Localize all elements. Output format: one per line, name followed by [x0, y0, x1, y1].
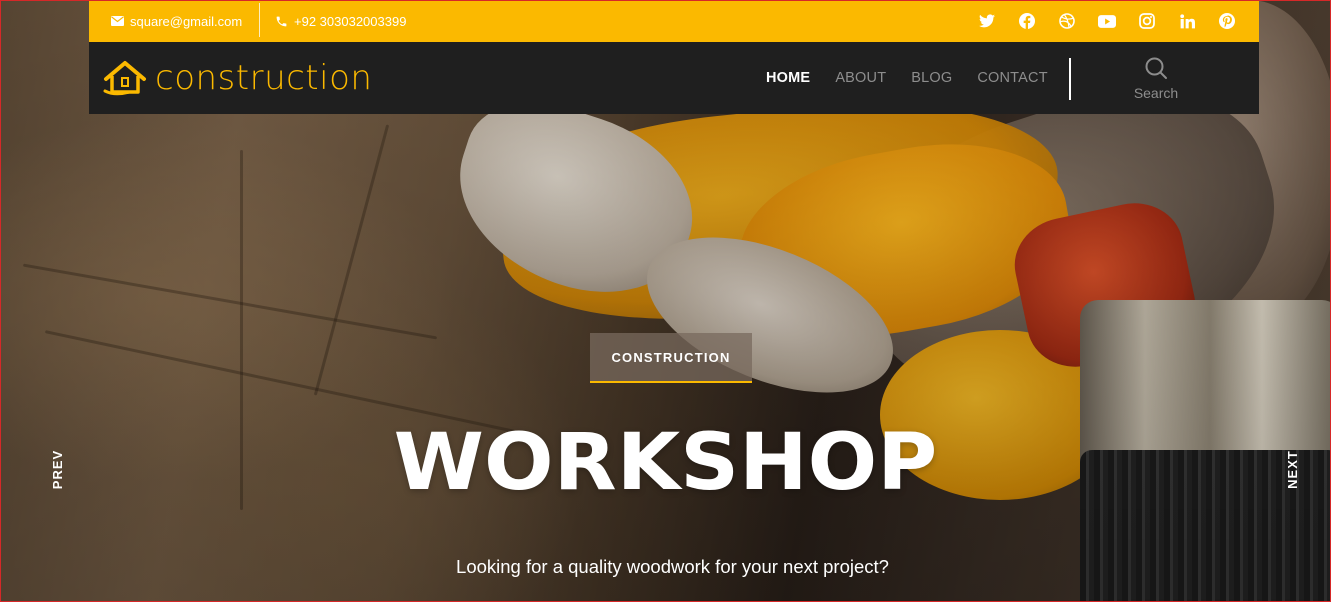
contact-divider — [259, 3, 260, 37]
top-contact-bar: square@gmail.com +92 303032003399 — [89, 0, 1259, 42]
next-slide-button[interactable]: NEXT — [1285, 450, 1300, 489]
linkedin-icon[interactable] — [1167, 0, 1207, 42]
social-links — [967, 0, 1247, 42]
hero-subtitle: Looking for a quality woodwork for your … — [456, 556, 889, 577]
search-icon — [1145, 57, 1167, 79]
phone-icon — [276, 16, 287, 26]
menu-item-about[interactable]: ABOUT — [835, 70, 886, 86]
facebook-icon[interactable] — [1007, 0, 1047, 42]
search-button[interactable]: Search — [1119, 56, 1193, 102]
house-logo-icon — [103, 61, 146, 96]
email-link[interactable]: square@gmail.com — [111, 0, 242, 42]
menu-item-contact[interactable]: CONTACT — [977, 70, 1047, 86]
twitter-icon[interactable] — [967, 0, 1007, 42]
hero-title: WORKSHOP — [393, 418, 938, 508]
logo-text: construction — [155, 58, 373, 98]
main-menu: HOME ABOUT BLOG CONTACT — [766, 42, 1073, 114]
email-text: square@gmail.com — [130, 13, 243, 29]
nav-divider — [1069, 58, 1071, 100]
phone-link[interactable]: +92 303032003399 — [275, 0, 406, 42]
pinterest-icon[interactable] — [1207, 0, 1247, 42]
menu-item-home[interactable]: HOME — [766, 70, 810, 86]
dribbble-icon[interactable] — [1047, 0, 1087, 42]
phone-text: +92 303032003399 — [294, 13, 407, 29]
site-logo[interactable]: construction — [103, 54, 372, 102]
menu-item-blog[interactable]: BLOG — [911, 70, 952, 86]
main-navbar: construction HOME ABOUT BLOG CONTACT Sea… — [89, 42, 1259, 114]
hero-category-tag: CONSTRUCTION — [590, 333, 752, 383]
search-label: Search — [1133, 85, 1179, 101]
envelope-icon — [111, 16, 124, 26]
youtube-icon[interactable] — [1087, 0, 1127, 42]
instagram-icon[interactable] — [1127, 0, 1167, 42]
prev-slide-button[interactable]: PREV — [50, 450, 65, 489]
